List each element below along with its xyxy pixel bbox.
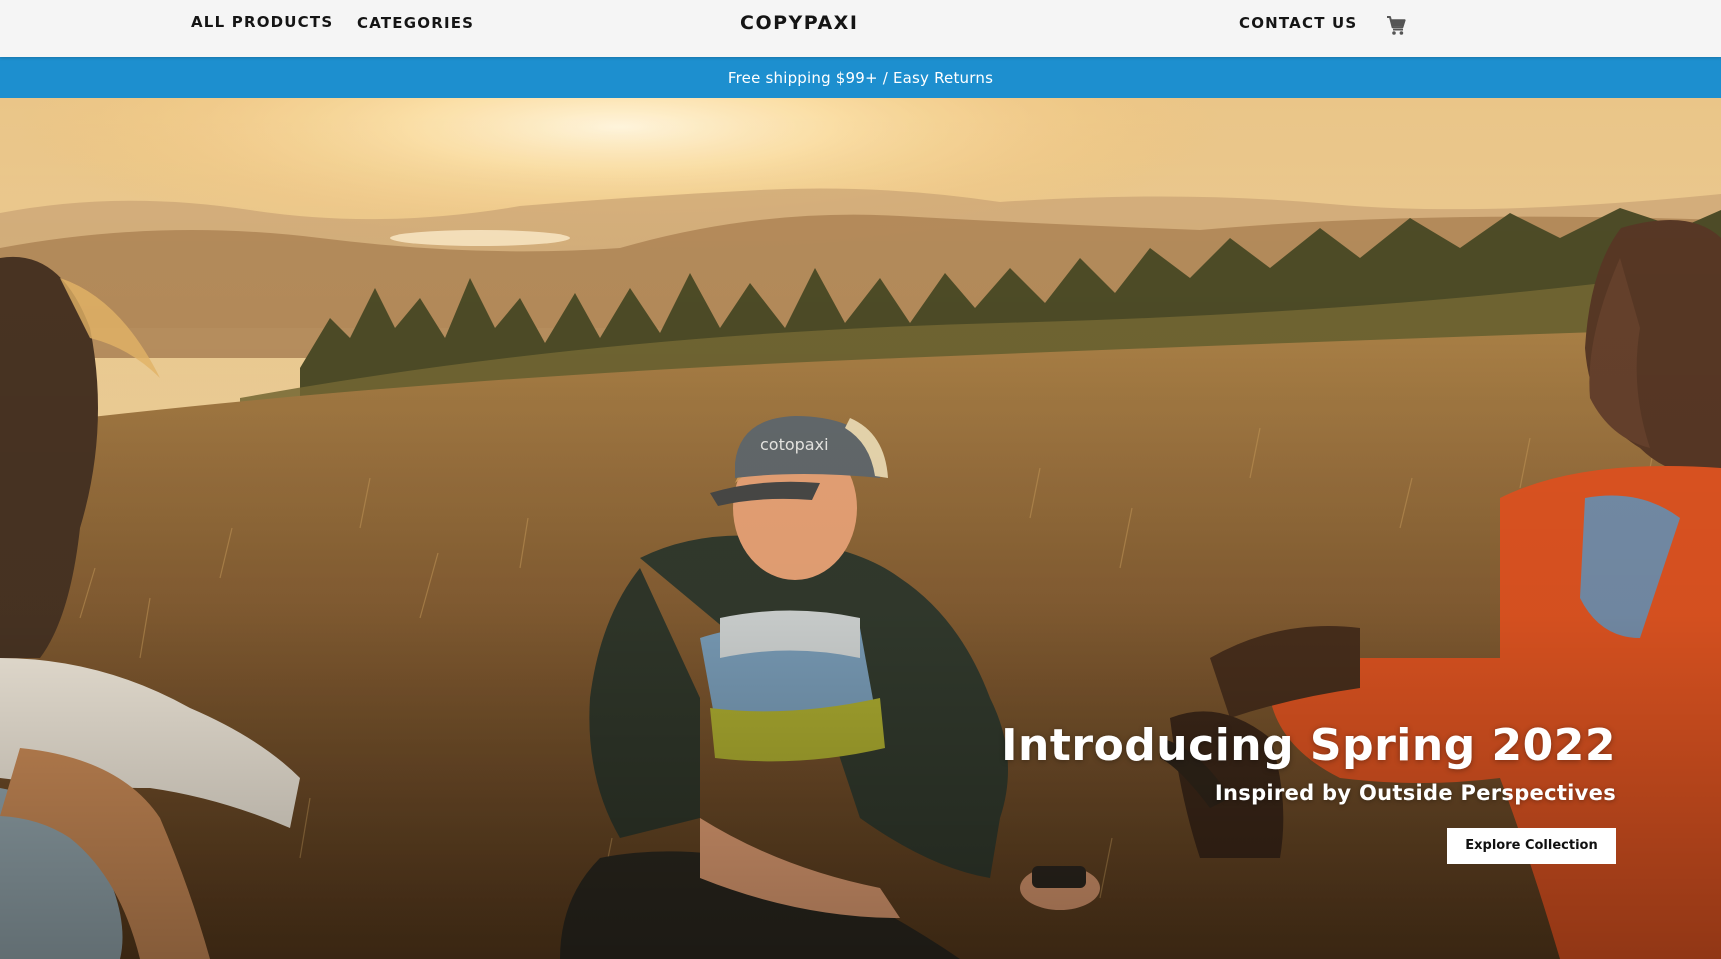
top-navigation: ALL PRODUCTS CATEGORIES COPYPAXI CONTACT…: [0, 0, 1721, 57]
nav-all-products[interactable]: ALL PRODUCTS: [191, 13, 333, 31]
hero-copy: Introducing Spring 2022 Inspired by Outs…: [896, 718, 1616, 864]
announcement-text: Free shipping $99+ / Easy Returns: [727, 68, 994, 87]
hero-banner: cotopaxi Introducing Spring 2022 Inspire…: [0, 98, 1721, 959]
hero-title: Introducing Spring 2022: [1001, 720, 1616, 771]
explore-collection-button[interactable]: Explore Collection: [1447, 828, 1616, 864]
site-logo[interactable]: COPYPAXI: [740, 12, 858, 34]
announcement-bar: Free shipping $99+ / Easy Returns: [0, 57, 1721, 98]
shopping-cart-icon[interactable]: [1384, 13, 1408, 37]
nav-categories[interactable]: CATEGORIES: [357, 14, 474, 32]
hero-subtitle: Inspired by Outside Perspectives: [1214, 781, 1616, 805]
nav-contact-us[interactable]: CONTACT US: [1239, 14, 1357, 32]
